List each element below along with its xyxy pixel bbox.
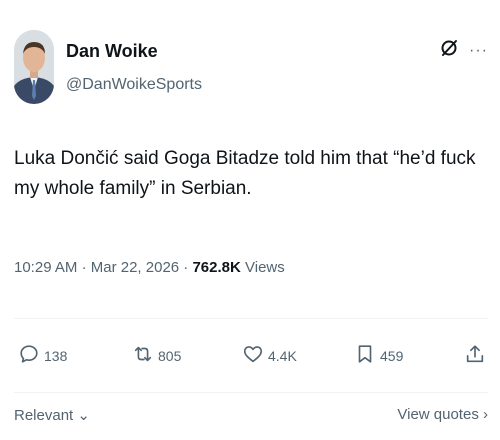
- tweet-text: Luka Dončić said Goga Bitadze told him t…: [14, 148, 476, 199]
- like-button[interactable]: 4.4K: [242, 343, 297, 368]
- view-quotes-link[interactable]: View quotes ›: [397, 406, 488, 423]
- reply-count: 138: [44, 347, 68, 364]
- reply-button[interactable]: 138: [18, 343, 67, 368]
- tweet-date[interactable]: Mar 22, 2026: [91, 259, 179, 276]
- author-handle[interactable]: @DanWoikeSports: [66, 74, 202, 96]
- repost-count: 805: [158, 347, 182, 364]
- repost-icon: [132, 343, 154, 368]
- share-button[interactable]: [464, 343, 486, 368]
- tweet-header: Dan Woike @DanWoikeSports ···: [14, 30, 488, 110]
- action-bar: 138 805 4.4K 459: [14, 343, 488, 373]
- avatar[interactable]: [14, 30, 54, 104]
- meta-separator: ·: [81, 259, 87, 276]
- bookmark-count: 459: [380, 347, 404, 364]
- more-icon[interactable]: ···: [469, 41, 488, 61]
- reply-icon: [18, 343, 40, 368]
- share-icon: [464, 343, 486, 368]
- divider: [14, 318, 488, 319]
- view-quotes-label: View quotes: [397, 406, 479, 423]
- replies-footer: Relevant ⌄ View quotes ›: [14, 406, 488, 430]
- views-label: Views: [245, 259, 285, 276]
- grok-icon[interactable]: [439, 38, 459, 63]
- tweet-time[interactable]: 10:29 AM: [14, 259, 77, 276]
- divider: [14, 392, 488, 393]
- sort-dropdown[interactable]: Relevant ⌄: [14, 406, 90, 424]
- bookmark-icon: [354, 343, 376, 368]
- sort-label: Relevant: [14, 407, 74, 424]
- like-count: 4.4K: [268, 347, 297, 364]
- views-count: 762.8K: [192, 259, 241, 276]
- tweet-meta: 10:29 AM · Mar 22, 2026 · 762.8K Views: [14, 259, 285, 276]
- chevron-right-icon: ›: [483, 406, 488, 423]
- repost-button[interactable]: 805: [132, 343, 181, 368]
- like-icon: [242, 343, 264, 368]
- bookmark-button[interactable]: 459: [354, 343, 403, 368]
- author-display-name[interactable]: Dan Woike: [66, 40, 202, 62]
- meta-separator: ·: [183, 259, 189, 276]
- chevron-down-icon: ⌄: [77, 407, 90, 424]
